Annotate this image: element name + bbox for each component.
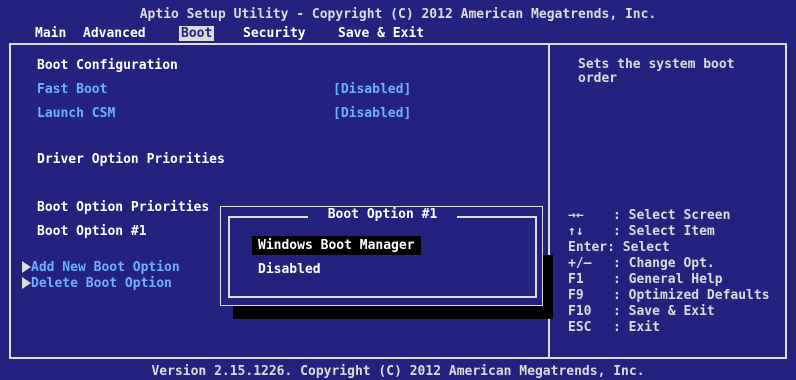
fast-boot-label[interactable]: Fast Boot [37, 82, 107, 97]
popup-option-windows-boot-manager[interactable]: Windows Boot Manager [252, 236, 421, 255]
key-select-screen: →←: Select Screen [568, 208, 731, 223]
popup-inner-frame [228, 216, 537, 298]
key-optimized-defaults: F9: Optimized Defaults [568, 288, 770, 303]
fast-boot-value[interactable]: [Disabled] [333, 82, 411, 97]
driver-priorities-heading: Driver Option Priorities [37, 152, 225, 167]
key-enter: Enter: Select [568, 240, 670, 255]
menu-security[interactable]: Security [243, 26, 306, 41]
add-boot-option-label: Add New Boot Option [31, 260, 180, 275]
add-boot-option[interactable]: Add New Boot Option [22, 260, 180, 275]
submenu-arrow-icon [22, 261, 31, 273]
menu-boot[interactable]: Boot [179, 26, 215, 41]
launch-csm-value[interactable]: [Disabled] [333, 106, 411, 121]
menu-advanced[interactable]: Advanced [83, 26, 146, 41]
key-save-exit: F10: Save & Exit [568, 304, 715, 319]
boot-priorities-heading: Boot Option Priorities [37, 200, 210, 215]
delete-boot-option-label: Delete Boot Option [31, 276, 172, 291]
menu-save-exit[interactable]: Save & Exit [338, 26, 424, 41]
key-change-opt: +/—: Change Opt. [568, 256, 715, 271]
version-footer: Version 2.15.1226. Copyright (C) 2012 Am… [151, 364, 645, 379]
key-exit: ESC: Exit [568, 320, 660, 335]
boot-option-1-label[interactable]: Boot Option #1 [37, 224, 147, 239]
submenu-arrow-icon [22, 277, 31, 289]
bios-title: Aptio Setup Utility - Copyright (C) 2012… [139, 7, 657, 22]
menu-main[interactable]: Main [35, 26, 66, 41]
popup-title: Boot Option #1 [228, 207, 537, 222]
key-general-help: F1: General Help [568, 272, 723, 287]
launch-csm-label[interactable]: Launch CSM [37, 106, 115, 121]
boot-config-heading: Boot Configuration [37, 58, 178, 73]
key-select-item: ↑↓: Select Item [568, 224, 715, 239]
popup-option-disabled[interactable]: Disabled [258, 262, 321, 277]
help-text-line1: Sets the system boot [578, 57, 735, 72]
delete-boot-option[interactable]: Delete Boot Option [22, 276, 172, 291]
help-text-line2: order [578, 71, 618, 86]
